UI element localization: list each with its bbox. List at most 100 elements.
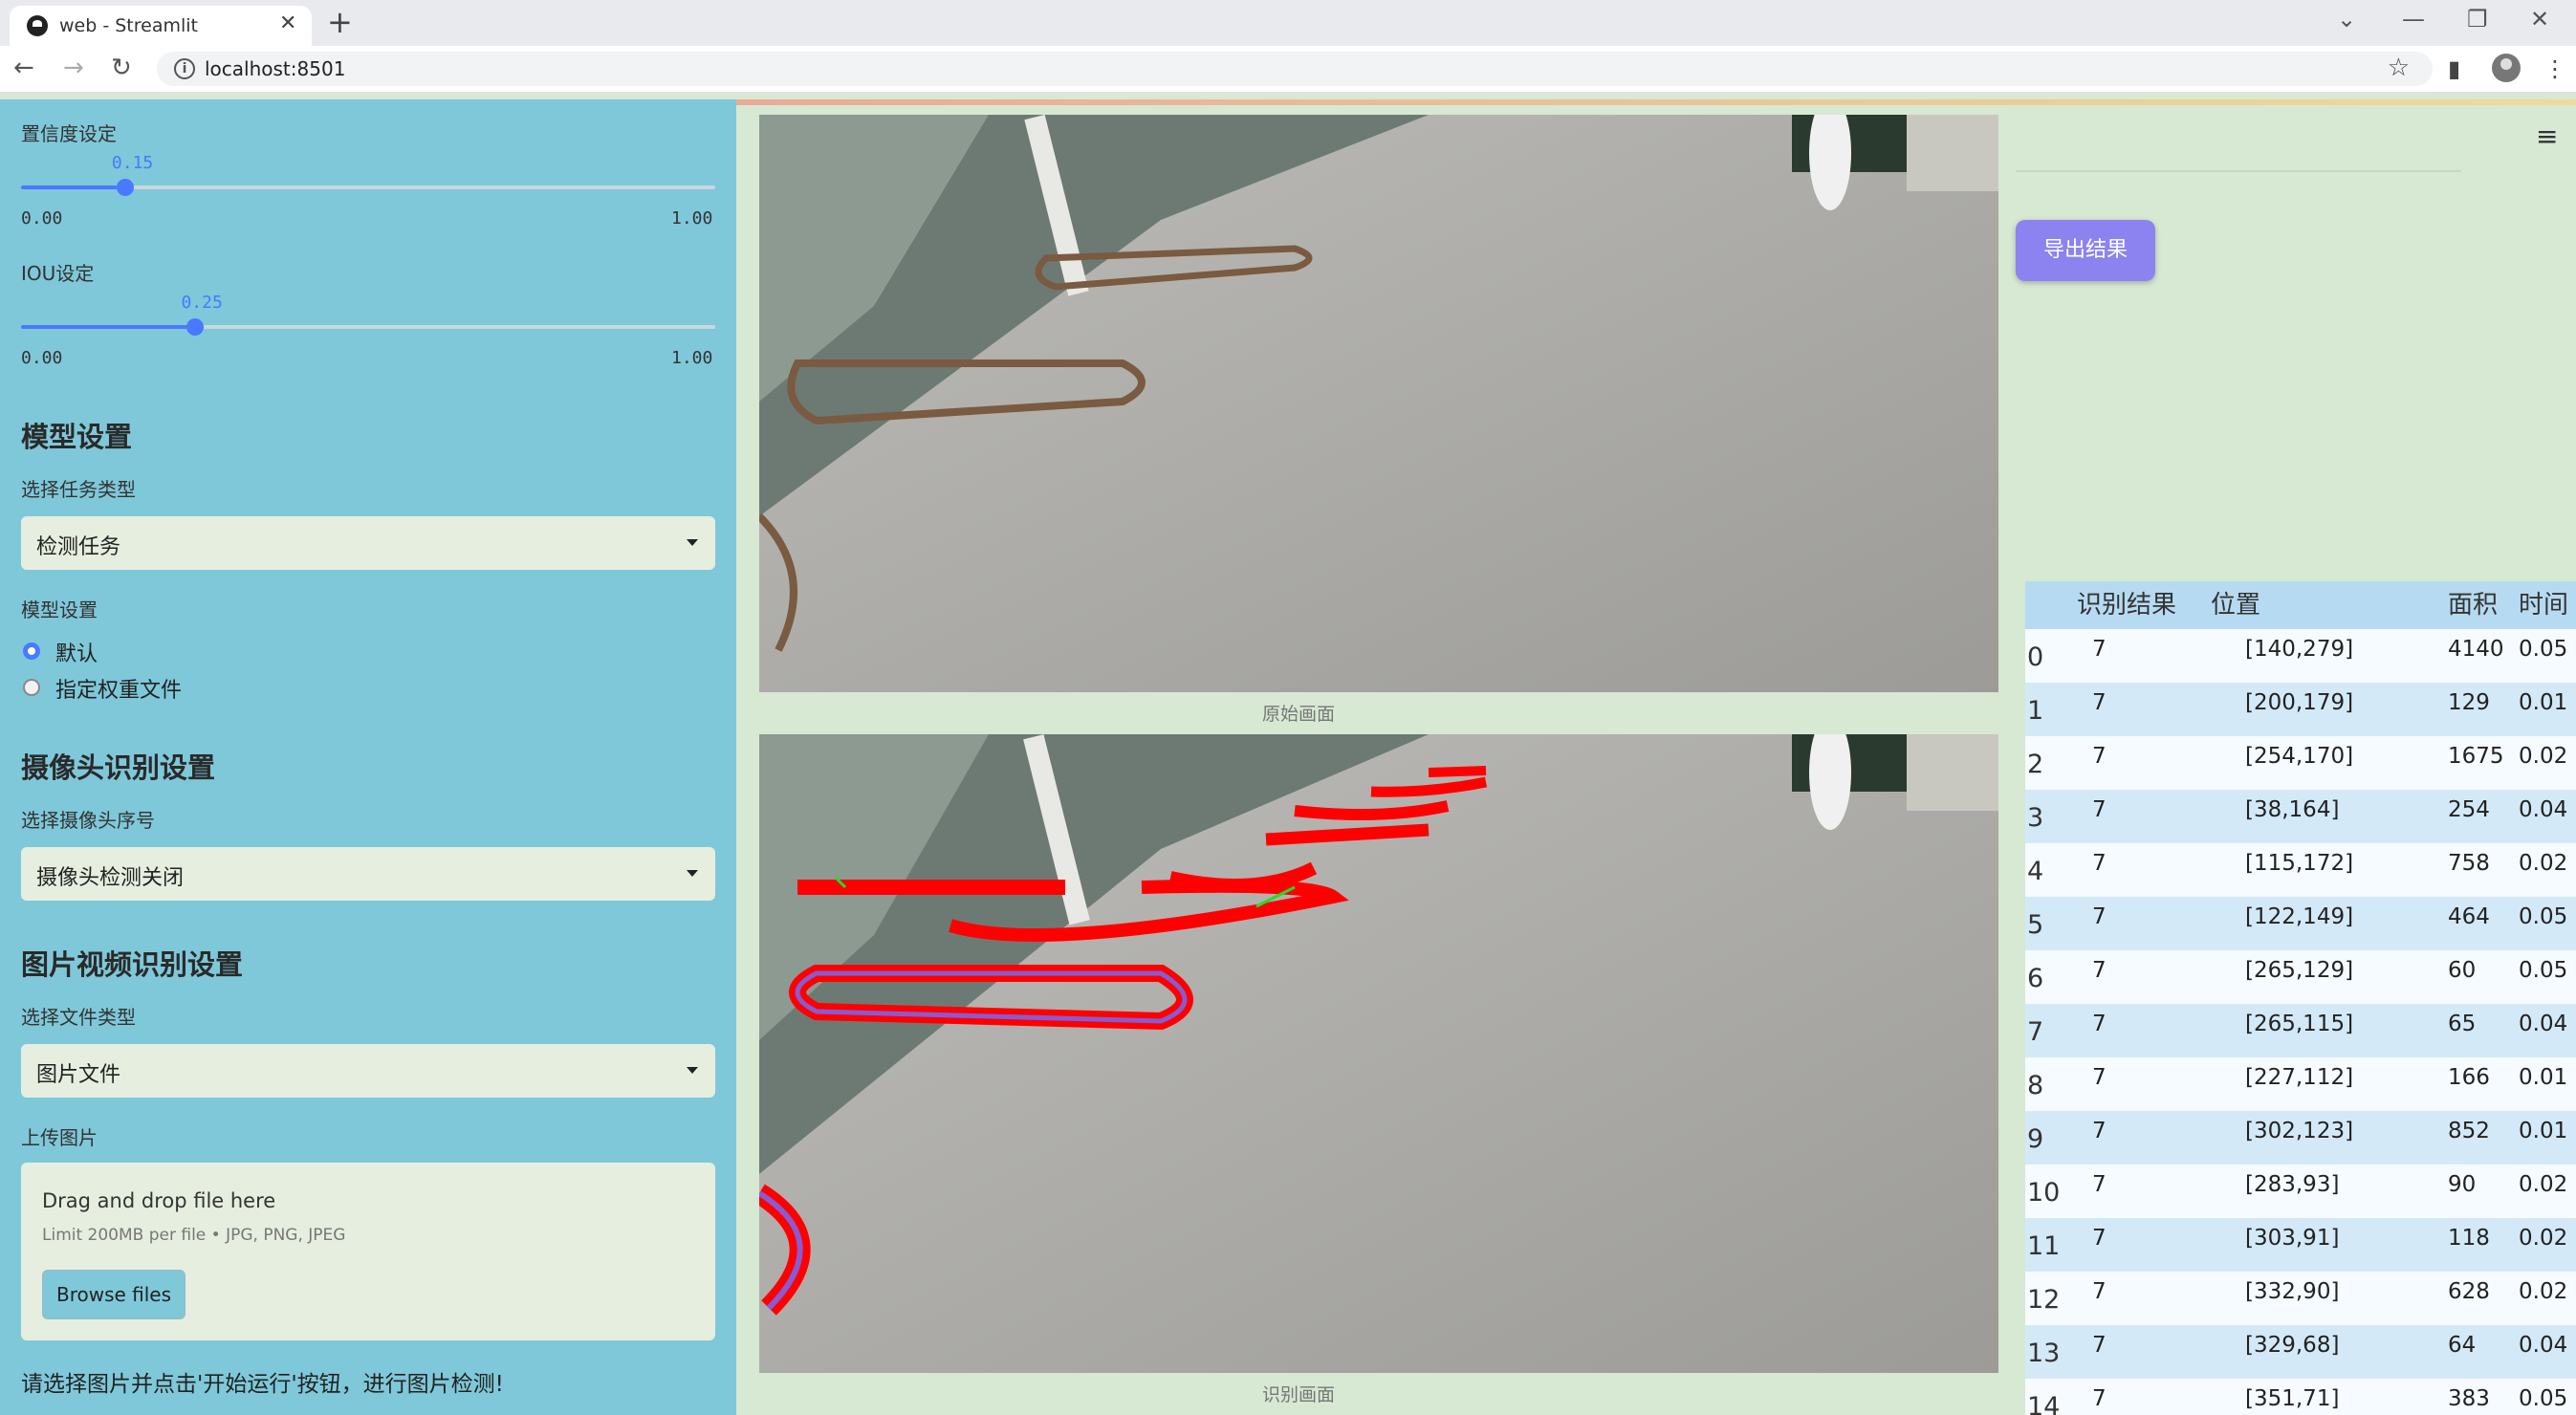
table-row[interactable]: 13 7 [329,68] 64 0.04 xyxy=(2025,1325,2576,1379)
table-row[interactable]: 8 7 [227,112] 166 0.01 xyxy=(2025,1057,2576,1111)
row-position: [115,172] xyxy=(2245,851,2354,876)
iou-slider[interactable] xyxy=(21,318,715,336)
table-row[interactable]: 7 7 [265,115] 65 0.04 xyxy=(2025,1004,2576,1057)
iou-slider-thumb[interactable] xyxy=(186,318,204,336)
detection-image xyxy=(759,734,1998,1373)
radio-default-label[interactable]: 默认 xyxy=(55,637,98,667)
row-index: 1 xyxy=(2027,696,2044,726)
row-result: 7 xyxy=(2092,958,2107,983)
col-time[interactable]: 时间 xyxy=(2519,581,2568,629)
new-tab-icon[interactable]: + xyxy=(327,4,353,40)
forward-icon[interactable]: → xyxy=(63,54,84,82)
col-position[interactable]: 位置 xyxy=(2211,581,2260,629)
radio-default[interactable] xyxy=(23,642,40,660)
restore-icon[interactable]: ❐ xyxy=(2467,6,2488,33)
minimize-icon[interactable]: — xyxy=(2402,6,2425,33)
table-row[interactable]: 5 7 [122,149] 464 0.05 xyxy=(2025,897,2576,950)
bookmark-star-icon[interactable]: ☆ xyxy=(2388,54,2410,82)
row-time: 0.01 xyxy=(2519,1119,2568,1143)
address-bar[interactable]: i localhost:8501 ☆ xyxy=(157,52,2433,86)
file-type-label: 选择文件类型 xyxy=(21,1006,136,1029)
file-uploader-dropzone[interactable]: Drag and drop file here Limit 200MB per … xyxy=(21,1163,715,1340)
row-area: 464 xyxy=(2448,904,2490,929)
detection-image-graphic xyxy=(759,734,1998,1373)
col-result[interactable]: 识别结果 xyxy=(2077,581,2176,629)
table-row[interactable]: 3 7 [38,164] 254 0.04 xyxy=(2025,790,2576,843)
radio-custom-weights-label[interactable]: 指定权重文件 xyxy=(55,673,182,704)
row-index: 3 xyxy=(2027,803,2044,833)
more-menu-icon[interactable]: ⋮ xyxy=(2543,55,2566,82)
iou-value: 0.25 xyxy=(181,293,223,313)
row-time: 0.02 xyxy=(2519,1279,2568,1304)
tab-search-chevron-icon[interactable]: ⌄ xyxy=(2337,6,2356,33)
tab-title: web - Streamlit xyxy=(59,15,198,36)
camera-label: 选择摄像头序号 xyxy=(21,809,155,832)
reload-icon[interactable]: ↻ xyxy=(111,54,132,82)
row-position: [38,164] xyxy=(2245,797,2340,822)
row-index: 13 xyxy=(2027,1339,2061,1368)
table-row[interactable]: 12 7 [332,90] 628 0.02 xyxy=(2025,1272,2576,1325)
site-info-icon[interactable]: i xyxy=(174,58,195,79)
upload-label: 上传图片 xyxy=(21,1126,98,1149)
row-index: 11 xyxy=(2027,1231,2061,1261)
table-row[interactable]: 9 7 [302,123] 852 0.01 xyxy=(2025,1111,2576,1165)
table-row[interactable]: 14 7 [351,71] 383 0.05 xyxy=(2025,1379,2576,1415)
row-result: 7 xyxy=(2092,851,2107,876)
row-position: [265,129] xyxy=(2245,958,2354,983)
col-area[interactable]: 面积 xyxy=(2448,581,2498,629)
row-time: 0.05 xyxy=(2519,958,2568,983)
confidence-slider[interactable] xyxy=(21,179,715,196)
confidence-value: 0.15 xyxy=(111,153,154,173)
table-row[interactable]: 6 7 [265,129] 60 0.05 xyxy=(2025,950,2576,1004)
close-tab-icon[interactable]: ✕ xyxy=(279,11,296,35)
row-result: 7 xyxy=(2092,1226,2107,1251)
row-index: 14 xyxy=(2027,1392,2061,1415)
row-area: 254 xyxy=(2448,797,2490,822)
drop-text: Drag and drop file here xyxy=(42,1189,276,1212)
row-result: 7 xyxy=(2092,1172,2107,1197)
confidence-slider-thumb[interactable] xyxy=(116,179,134,196)
model-section-title: 模型设置 xyxy=(21,421,133,453)
row-result: 7 xyxy=(2092,904,2107,929)
original-image xyxy=(759,115,1998,692)
file-type-value: 图片文件 xyxy=(36,1063,121,1087)
close-window-icon[interactable]: ✕ xyxy=(2530,6,2549,33)
row-position: [332,90] xyxy=(2245,1279,2340,1304)
header-decoration xyxy=(736,99,2576,105)
task-type-select[interactable]: 检测任务 xyxy=(21,516,715,570)
media-section-title: 图片视频识别设置 xyxy=(21,948,244,981)
back-icon[interactable]: ← xyxy=(13,54,34,82)
export-results-button[interactable]: 导出结果 xyxy=(2016,220,2155,281)
row-area: 118 xyxy=(2448,1226,2490,1251)
row-time: 0.02 xyxy=(2519,1226,2568,1251)
file-type-select[interactable]: 图片文件 xyxy=(21,1044,715,1098)
row-index: 10 xyxy=(2027,1178,2061,1208)
side-panel-icon[interactable]: ▮ xyxy=(2448,55,2460,82)
table-row[interactable]: 10 7 [283,93] 90 0.02 xyxy=(2025,1165,2576,1218)
row-position: [351,71] xyxy=(2245,1386,2340,1411)
table-row[interactable]: 0 7 [140,279] 4140 0.05 xyxy=(2025,629,2576,683)
row-area: 4140 xyxy=(2448,637,2504,662)
row-position: [140,279] xyxy=(2245,637,2354,662)
browser-tab[interactable]: web - Streamlit ✕ xyxy=(10,6,312,46)
table-row[interactable]: 1 7 [200,179] 129 0.01 xyxy=(2025,683,2576,736)
hamburger-menu-icon[interactable]: ≡ xyxy=(2536,120,2558,152)
row-result: 7 xyxy=(2092,1119,2107,1143)
row-index: 2 xyxy=(2027,750,2044,779)
row-time: 0.05 xyxy=(2519,904,2568,929)
row-result: 7 xyxy=(2092,1065,2107,1090)
camera-select[interactable]: 摄像头检测关闭 xyxy=(21,847,715,901)
browse-files-button[interactable]: Browse files xyxy=(42,1270,186,1319)
row-time: 0.02 xyxy=(2519,744,2568,769)
profile-avatar-icon[interactable] xyxy=(2492,54,2521,82)
table-row[interactable]: 4 7 [115,172] 758 0.02 xyxy=(2025,843,2576,897)
chevron-down-icon xyxy=(687,870,698,877)
radio-custom-weights[interactable] xyxy=(23,679,40,696)
confidence-label: 置信度设定 xyxy=(21,122,117,145)
row-time: 0.05 xyxy=(2519,637,2568,662)
table-row[interactable]: 2 7 [254,170] 1675 0.02 xyxy=(2025,736,2576,790)
chevron-down-icon xyxy=(687,539,698,546)
table-row[interactable]: 11 7 [303,91] 118 0.02 xyxy=(2025,1218,2576,1272)
url-text[interactable]: localhost:8501 xyxy=(205,57,345,80)
row-result: 7 xyxy=(2092,1012,2107,1036)
